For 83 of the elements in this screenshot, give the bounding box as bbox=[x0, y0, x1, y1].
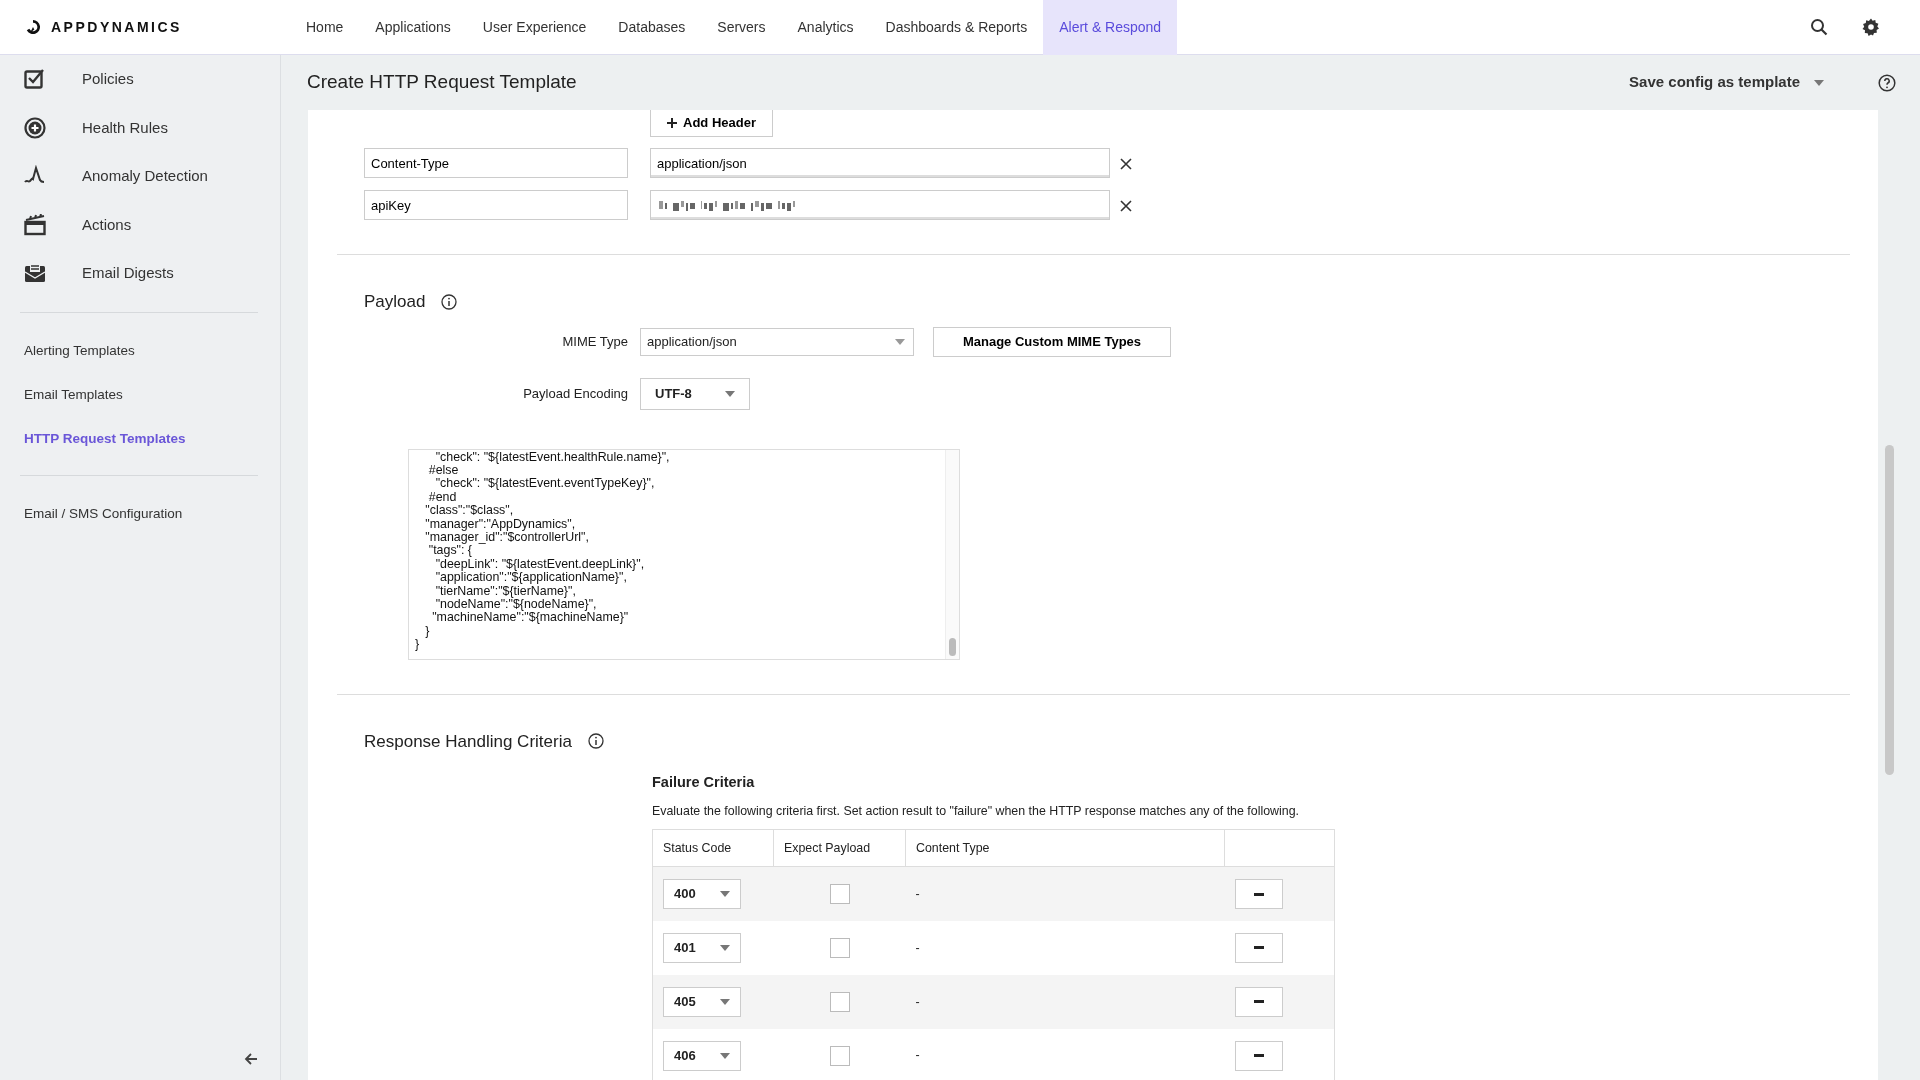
add-header-button[interactable]: Add Header bbox=[650, 110, 773, 137]
checkbox[interactable] bbox=[829, 884, 850, 905]
encoding-select[interactable]: UTF-8 bbox=[640, 377, 750, 410]
brand-name: APPDYNAMICS bbox=[51, 17, 182, 37]
inbox-icon bbox=[24, 262, 46, 285]
table-cell: - bbox=[915, 940, 920, 955]
close-icon bbox=[1120, 199, 1132, 212]
minus-icon bbox=[1253, 892, 1264, 896]
clapperboard-icon bbox=[24, 213, 46, 236]
table-cell: - bbox=[915, 886, 920, 901]
checkbox[interactable] bbox=[829, 1045, 850, 1066]
sidebar-item[interactable]: Anomaly Detection bbox=[0, 152, 280, 201]
caret-icon bbox=[720, 998, 730, 1005]
sidebar-link[interactable]: Alerting Templates bbox=[0, 328, 280, 373]
description-text: Evaluate the following criteria first. Set action result to "failure" when the HTTP response matches any of the following. bbox=[652, 802, 1300, 820]
status-code-select[interactable]: 406 bbox=[663, 1040, 741, 1071]
table-cell: - bbox=[915, 994, 920, 1009]
sidebar-item-label: Anomaly Detection bbox=[82, 166, 208, 186]
sidebar-item-label: Health Rules bbox=[82, 117, 168, 138]
sidebar-item-label: Actions bbox=[82, 214, 132, 235]
section-title: Payload bbox=[364, 291, 426, 313]
search-icon[interactable] bbox=[1810, 18, 1828, 36]
caret-icon bbox=[895, 338, 905, 345]
scrollbar[interactable] bbox=[1885, 445, 1894, 775]
field-label: Payload Encoding bbox=[522, 384, 629, 403]
sidebar-item[interactable]: Health Rules bbox=[0, 103, 280, 152]
scrollbar-thumb[interactable] bbox=[949, 637, 956, 656]
mime-type-select[interactable]: application/json bbox=[640, 327, 914, 356]
manage-mime-types-button[interactable]: Manage Custom MIME Types bbox=[933, 326, 1171, 357]
settings-icon[interactable] bbox=[1862, 18, 1880, 36]
checkbox[interactable] bbox=[829, 937, 850, 958]
subsection-title: Failure Criteria bbox=[652, 773, 756, 792]
payload-editor[interactable] bbox=[408, 448, 960, 660]
nav-tab[interactable]: Alert & Respond bbox=[1043, 0, 1178, 55]
checkbox-icon bbox=[24, 68, 46, 91]
caret-icon bbox=[720, 944, 730, 951]
nav-tab[interactable]: Databases bbox=[602, 0, 702, 55]
payload-code: "check": "${latestEvent.healthRule.name}", #else "check": "${latestEvent.eventTypeKey}", #end "class":"$class", "manager":"AppDynamics", "manager_id":"$controllerUrl", "tags": { "deepLink": "${latestEvent.deepLink}", "application":"${applicationName}", "tierName":"${tierName}", "nodeName":"${nodeName}", "machineName":"${machineName}" } } bbox=[414, 449, 671, 654]
nav-tab[interactable]: User Experience bbox=[466, 0, 603, 55]
sidebar-link[interactable]: Email / SMS Configuration bbox=[0, 492, 280, 537]
minus-icon bbox=[1253, 1054, 1264, 1058]
header-value-field[interactable]: application/json bbox=[650, 148, 1110, 178]
sidebar-link[interactable]: HTTP Request Templates bbox=[0, 417, 280, 462]
brand-logo-icon bbox=[25, 19, 41, 35]
save-template-menu[interactable]: Save config as template bbox=[1623, 70, 1830, 95]
table-cell: - bbox=[915, 1048, 920, 1063]
caret-icon bbox=[1814, 79, 1824, 86]
nav-tab[interactable]: Applications bbox=[359, 0, 467, 55]
caret-icon bbox=[720, 1052, 730, 1059]
status-code-select[interactable]: 400 bbox=[663, 879, 741, 910]
sidebar-item[interactable]: Email Digests bbox=[0, 249, 280, 298]
column-header: Expect Payload bbox=[773, 829, 906, 867]
sidebar-item[interactable]: Policies bbox=[0, 55, 280, 104]
minus-icon bbox=[1253, 946, 1264, 950]
header-name-field[interactable]: Content-Type bbox=[364, 148, 628, 178]
nav-tab[interactable]: Servers bbox=[701, 0, 782, 55]
nav-tab[interactable]: Home bbox=[290, 0, 360, 55]
minus-icon bbox=[1253, 1000, 1264, 1004]
info-icon[interactable] bbox=[587, 733, 604, 750]
caret-icon bbox=[725, 390, 735, 397]
sidebar-item[interactable]: Actions bbox=[0, 200, 280, 249]
status-code-select[interactable]: 405 bbox=[663, 986, 741, 1017]
nav-tab[interactable]: Analytics bbox=[781, 0, 870, 55]
plus-icon bbox=[667, 118, 677, 128]
help-icon[interactable] bbox=[1878, 73, 1896, 92]
nav-tab[interactable]: Dashboards & Reports bbox=[869, 0, 1044, 55]
header-value-field[interactable] bbox=[650, 190, 1110, 220]
info-icon[interactable] bbox=[441, 293, 458, 310]
page-title: Create HTTP Request Template bbox=[307, 71, 577, 94]
sidebar-item-label: Email Digests bbox=[82, 263, 174, 283]
sidebar-item-label: Policies bbox=[82, 69, 134, 89]
checkbox[interactable] bbox=[829, 991, 850, 1012]
field-label: MIME Type bbox=[561, 332, 629, 351]
sidebar-link[interactable]: Email Templates bbox=[0, 372, 280, 417]
header-name-field[interactable]: apiKey bbox=[364, 190, 628, 220]
arrow-left-icon bbox=[244, 1052, 258, 1067]
status-code-select[interactable]: 401 bbox=[663, 932, 741, 963]
section-title: Response Handling Criteria bbox=[364, 730, 572, 753]
plus-circle-icon bbox=[24, 116, 46, 139]
column-header: Status Code bbox=[652, 829, 774, 867]
caret-icon bbox=[720, 891, 730, 898]
close-icon bbox=[1120, 157, 1132, 170]
column-header: Content Type bbox=[905, 829, 1225, 867]
